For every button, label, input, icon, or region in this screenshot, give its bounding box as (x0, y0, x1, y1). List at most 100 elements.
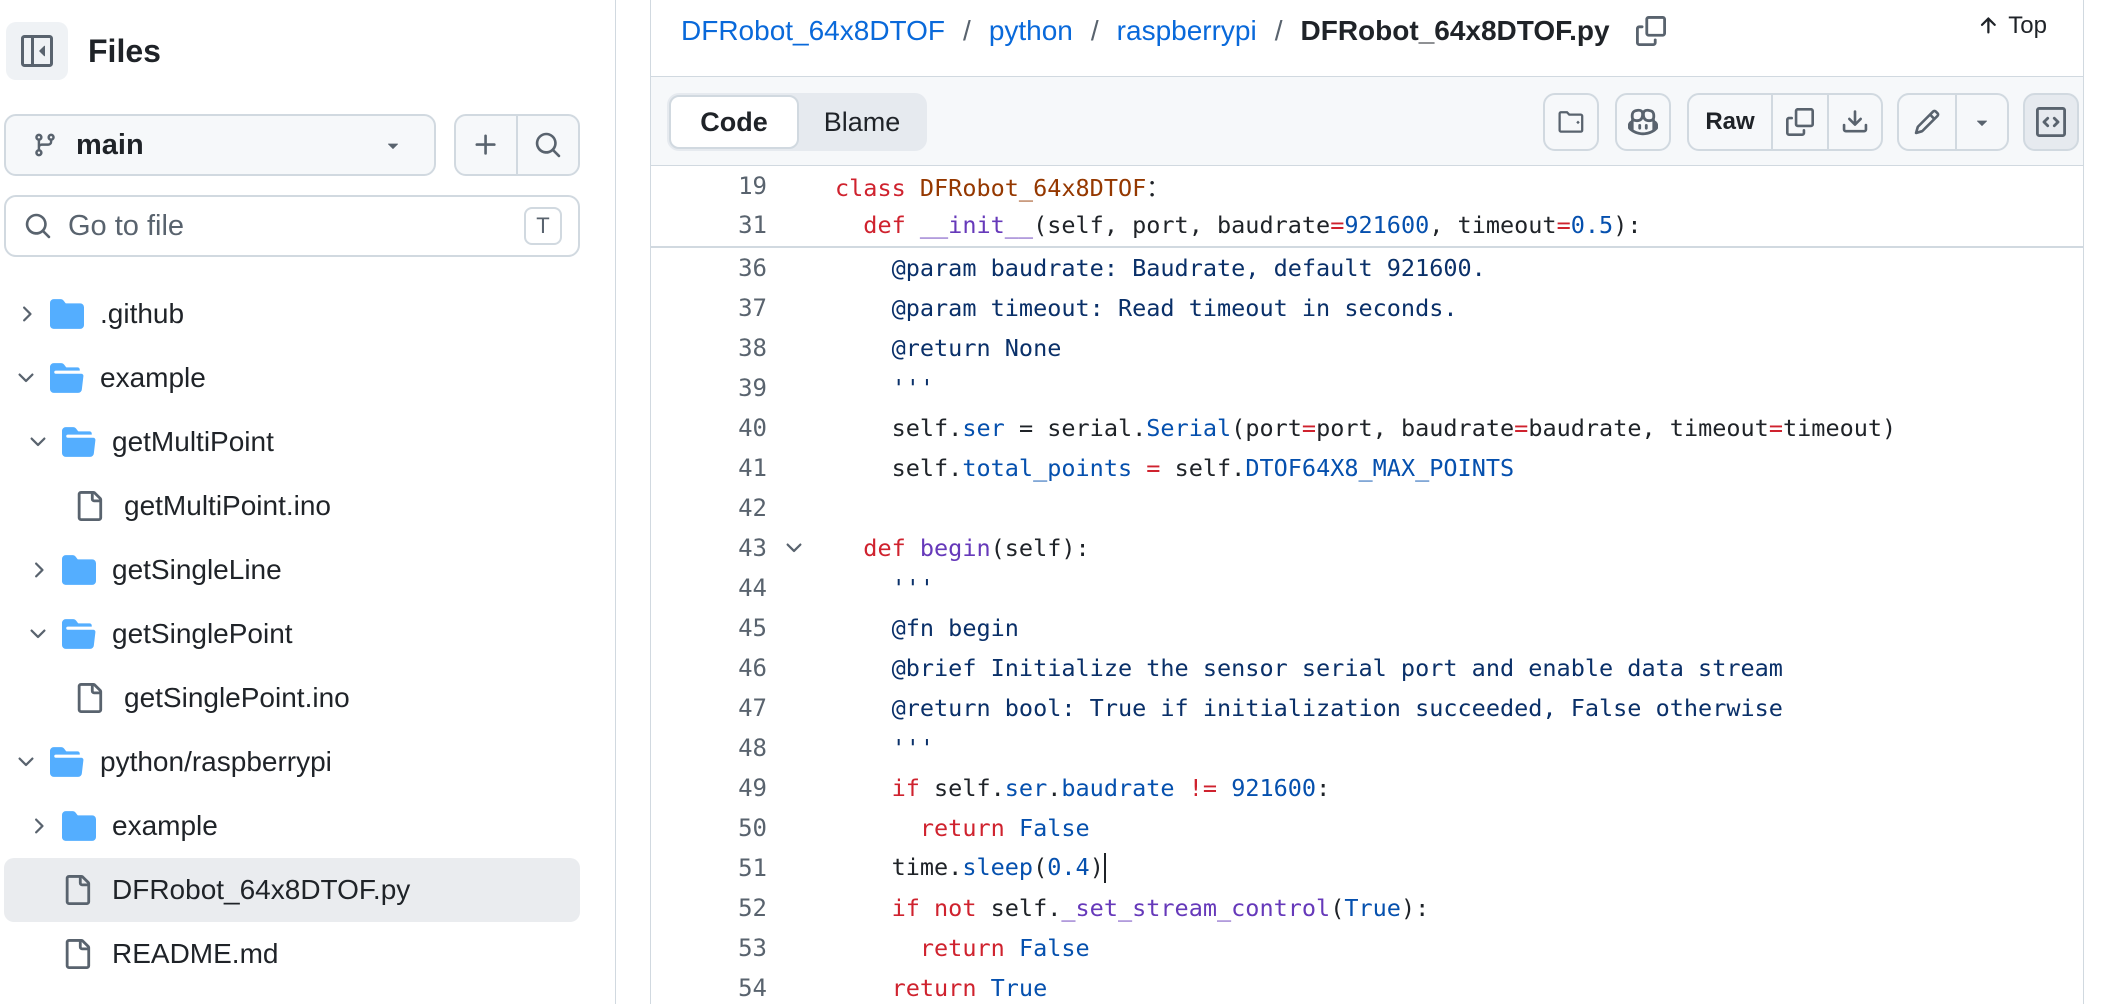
code-token: = (1514, 414, 1529, 442)
line-number[interactable]: 37 (651, 294, 767, 322)
tree-folder-item[interactable]: example (4, 794, 580, 858)
tree-file-item[interactable]: getMultiPoint.ino (4, 474, 580, 538)
code-token: ) (1089, 852, 1104, 881)
download-raw-button[interactable] (1827, 95, 1881, 149)
chevron-right-icon[interactable] (26, 814, 50, 838)
code-view[interactable]: 19 class DFRobot_64x8DTOF： 31 def __init__… (651, 166, 2083, 1004)
tree-file-item[interactable]: README.md (4, 922, 580, 986)
folder-open-icon (50, 747, 84, 777)
go-to-file-field[interactable]: T (4, 195, 580, 257)
tree-item-label: README.md (112, 938, 279, 969)
breadcrumb-raspberrypi-link[interactable]: raspberrypi (1117, 15, 1257, 47)
line-number[interactable]: 54 (651, 974, 767, 1002)
line-number[interactable]: 39 (651, 374, 767, 402)
folder-icon (62, 616, 98, 652)
code-token: @fn begin (835, 614, 1019, 642)
code-token: @brief Initialize the sensor serial port… (835, 654, 1783, 682)
code-token: sleep (962, 852, 1034, 881)
line-number[interactable]: 51 (651, 854, 767, 882)
line-number[interactable]: 49 (651, 774, 767, 802)
folder-icon (62, 552, 98, 588)
chevron-right-icon[interactable] (26, 558, 50, 582)
line-number[interactable]: 42 (651, 494, 767, 522)
line-number[interactable]: 36 (651, 254, 767, 282)
folder-open-icon (62, 619, 96, 649)
folder-open-icon (50, 363, 84, 393)
tree-folder-item[interactable]: getSinglePoint (4, 602, 580, 666)
tree-folder-item[interactable]: getMultiPoint (4, 410, 580, 474)
file-view: DFRobot_64x8DTOF / python / raspberrypi … (650, 0, 2084, 1004)
file-icon (65, 939, 91, 969)
go-to-file-input[interactable] (68, 209, 524, 243)
code-square-icon (2036, 107, 2066, 137)
breadcrumb-python-link[interactable]: python (989, 15, 1073, 47)
collapse-sidebar-button[interactable] (6, 22, 68, 80)
chevron-right-icon[interactable] (14, 302, 38, 326)
tree-item-label: example (100, 362, 206, 393)
folder-icon (50, 744, 86, 780)
code-token: : (1316, 774, 1331, 802)
code-token: ): (1400, 894, 1430, 922)
search-code-button[interactable] (516, 116, 578, 174)
edit-options-dropdown[interactable] (1955, 95, 2007, 149)
copy-raw-button[interactable] (1771, 95, 1827, 149)
code-line: 19 class DFRobot_64x8DTOF： (651, 166, 2083, 205)
chevron-down-icon (786, 543, 802, 553)
code-token: != (1188, 774, 1218, 802)
code-token: ( (1033, 852, 1048, 881)
line-number[interactable]: 47 (651, 694, 767, 722)
chevron-down-icon (30, 629, 46, 639)
line-number[interactable]: 50 (651, 814, 767, 842)
symbols-panel-button[interactable] (1543, 93, 1599, 151)
code-text: @param timeout: Read timeout in seconds. (821, 294, 1458, 322)
folder-open-icon (62, 427, 96, 457)
tree-folder-item[interactable]: .github (4, 282, 580, 346)
edit-file-button[interactable] (1899, 95, 1955, 149)
tree-folder-item[interactable]: python/raspberrypi (4, 730, 580, 794)
edit-actions-group (1897, 93, 2009, 151)
line-number[interactable]: 43 (651, 534, 767, 562)
copy-path-button[interactable] (1635, 16, 1666, 46)
line-number[interactable]: 19 (651, 172, 767, 200)
chevron-down-icon[interactable] (14, 366, 38, 390)
tree-file-item[interactable]: DFRobot_64x8DTOF.py (4, 858, 580, 922)
line-number[interactable]: 45 (651, 614, 767, 642)
tab-code[interactable]: Code (669, 95, 799, 149)
line-number[interactable]: 40 (651, 414, 767, 442)
tab-blame[interactable]: Blame (799, 95, 925, 149)
tree-folder-item[interactable]: getSingleLine (4, 538, 580, 602)
code-token: def (863, 210, 920, 239)
line-number[interactable]: 52 (651, 894, 767, 922)
code-token: @return bool: True if initialization suc… (835, 694, 1783, 722)
symbols-toggle-button[interactable] (2023, 93, 2079, 151)
line-number[interactable]: 44 (651, 574, 767, 602)
code-line: 46 @brief Initialize the sensor serial p… (651, 648, 2083, 688)
chevron-down-icon (18, 373, 34, 383)
line-number[interactable]: 41 (651, 454, 767, 482)
branch-selector[interactable]: main (4, 114, 436, 176)
line-number[interactable]: 38 (651, 334, 767, 362)
line-number[interactable]: 53 (651, 934, 767, 962)
raw-button[interactable]: Raw (1689, 95, 1771, 149)
git-branch-icon (35, 133, 55, 157)
code-token: port, baudrate (1316, 414, 1515, 442)
line-number[interactable]: 46 (651, 654, 767, 682)
tree-file-item[interactable]: getSinglePoint.ino (4, 666, 580, 730)
chevron-down-icon[interactable] (26, 622, 50, 646)
fold-toggle[interactable] (767, 536, 821, 560)
scroll-to-top-button[interactable]: Top (1976, 12, 2047, 40)
line-number[interactable]: 48 (651, 734, 767, 762)
folder-icon (62, 555, 96, 585)
add-file-button[interactable] (456, 116, 516, 174)
tree-folder-item[interactable]: example (4, 346, 580, 410)
copilot-button[interactable] (1615, 93, 1671, 151)
code-text: return True (821, 974, 1048, 1002)
chevron-down-icon[interactable] (26, 430, 50, 454)
breadcrumb-repo-link[interactable]: DFRobot_64x8DTOF (681, 15, 945, 47)
code-text: if not self._set_stream_control(True): (821, 894, 1430, 922)
chevron-down-icon[interactable] (14, 750, 38, 774)
line-number[interactable]: 31 (651, 211, 767, 239)
code-token: ''' (835, 734, 935, 762)
